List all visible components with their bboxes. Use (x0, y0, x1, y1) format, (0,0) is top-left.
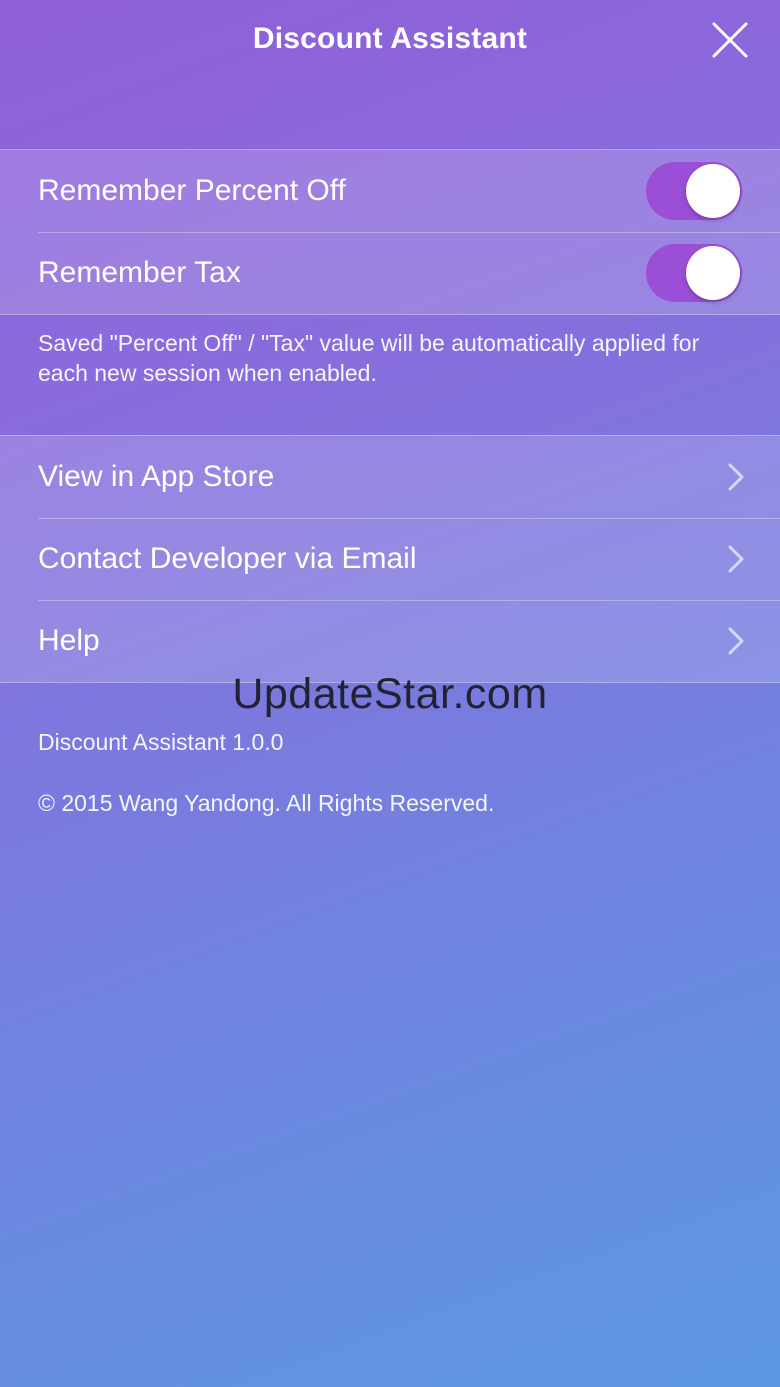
links-group: View in App Store Contact Developer via … (0, 435, 780, 683)
navigation-bar: Discount Assistant (0, 0, 780, 90)
setting-row-remember-tax: Remember Tax (0, 232, 780, 314)
toggle-settings-group: Remember Percent Off Remember Tax (0, 149, 780, 315)
link-row-contact-developer[interactable]: Contact Developer via Email (0, 518, 780, 600)
watermark: UpdateStar.com (232, 670, 548, 718)
chevron-right-icon (728, 463, 744, 491)
page-title: Discount Assistant (252, 22, 528, 55)
close-icon (712, 22, 748, 58)
remember-percent-off-toggle[interactable] (646, 162, 742, 220)
toggle-knob (686, 164, 740, 218)
copyright-text: © 2015 Wang Yandong. All Rights Reserved… (38, 790, 495, 816)
chevron-right-icon (728, 627, 744, 655)
chevron-right-icon (728, 545, 744, 573)
link-row-app-store[interactable]: View in App Store (0, 436, 780, 518)
link-label: View in App Store (38, 460, 275, 493)
remember-tax-toggle[interactable] (646, 244, 742, 302)
setting-label: Remember Percent Off (38, 174, 346, 207)
setting-label: Remember Tax (38, 256, 241, 289)
link-label: Help (38, 624, 100, 657)
setting-row-remember-percent-off: Remember Percent Off (0, 150, 780, 232)
toggle-knob (686, 246, 740, 300)
close-button[interactable] (710, 20, 750, 60)
settings-footnote: Saved "Percent Off" / "Tax" value will b… (38, 330, 700, 386)
link-label: Contact Developer via Email (38, 542, 417, 575)
app-version: Discount Assistant 1.0.0 (38, 729, 284, 755)
